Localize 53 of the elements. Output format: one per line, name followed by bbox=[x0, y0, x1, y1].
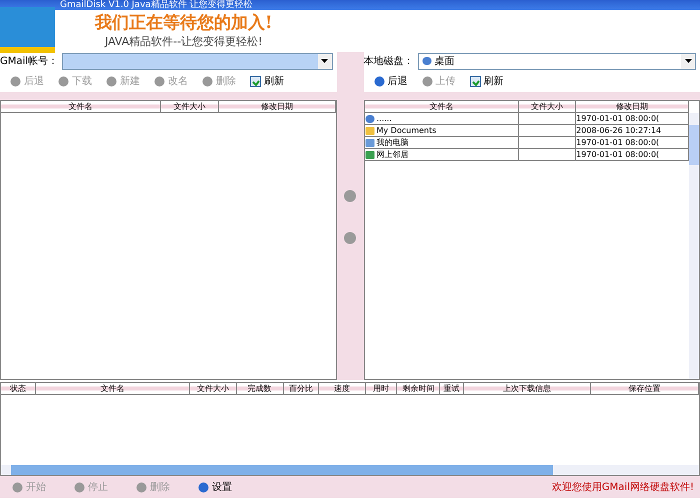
caret-icon bbox=[684, 59, 692, 63]
account-label: GMail帐号： bbox=[0, 54, 58, 68]
column-header[interactable]: 状态 bbox=[1, 383, 36, 395]
transfer-button[interactable] bbox=[344, 190, 356, 202]
disk-label: 本地磁盘： bbox=[364, 54, 414, 68]
column-header[interactable]: 文件大小 bbox=[190, 383, 237, 395]
column-header[interactable]: 百分比 bbox=[284, 383, 319, 395]
circle-icon bbox=[74, 482, 85, 492]
table-cell: 1970-01-01 08:00:0( bbox=[576, 149, 689, 161]
toolbar-button[interactable]: 刷新 bbox=[250, 73, 284, 89]
column-header[interactable]: 重试 bbox=[440, 383, 464, 395]
horizontal-scrollbar[interactable] bbox=[1, 465, 699, 475]
banner-slogan: JAVA精品软件--让您变得更轻松! bbox=[104, 34, 263, 49]
toolbar-button[interactable]: 后退 bbox=[374, 73, 408, 89]
column-header[interactable]: 文件名 bbox=[36, 383, 190, 395]
column-header[interactable]: 修改日期 bbox=[576, 101, 689, 113]
circle-icon bbox=[198, 482, 209, 492]
column-header[interactable]: 文件名 bbox=[364, 101, 520, 113]
circle-icon bbox=[12, 482, 23, 492]
dropdown-button[interactable] bbox=[681, 54, 695, 68]
network-icon bbox=[364, 150, 374, 160]
circle-icon bbox=[374, 76, 384, 86]
folder-icon bbox=[364, 126, 374, 136]
column-header[interactable]: 用时 bbox=[366, 383, 398, 395]
circle-icon bbox=[58, 76, 69, 86]
column-header[interactable]: 修改日期 bbox=[219, 101, 336, 113]
computer-icon bbox=[364, 138, 374, 148]
circle-icon bbox=[136, 482, 147, 492]
column-header[interactable]: 文件名 bbox=[1, 101, 161, 113]
disk-combo[interactable]: 桌面 bbox=[418, 52, 696, 70]
table-cell[interactable]: 网上邻居 bbox=[364, 149, 520, 161]
column-header[interactable]: 剩余时间 bbox=[397, 383, 440, 395]
column-header[interactable]: 速度 bbox=[318, 383, 366, 395]
column-header[interactable]: 文件大小 bbox=[519, 101, 576, 113]
logo-drawing bbox=[0, 7, 55, 53]
dropdown-button[interactable] bbox=[318, 54, 332, 68]
status-message: 欢迎您使用GMail网络硬盘软件! bbox=[552, 480, 694, 494]
circle-icon bbox=[202, 76, 213, 86]
caret-icon bbox=[321, 59, 328, 63]
toolbar-button[interactable]: 刷新 bbox=[470, 73, 504, 89]
circle-icon bbox=[154, 76, 165, 86]
circle-icon bbox=[106, 76, 117, 86]
transfer-button[interactable] bbox=[344, 232, 356, 244]
banner-headline: 我们正在等待您的加入! bbox=[95, 12, 272, 34]
column-header[interactable]: 保存位置 bbox=[591, 383, 699, 395]
column-header[interactable]: 完成数 bbox=[236, 383, 284, 395]
circle-icon bbox=[422, 76, 432, 86]
column-header[interactable]: 文件大小 bbox=[160, 101, 220, 113]
table-cell bbox=[519, 149, 576, 161]
circle-icon bbox=[10, 76, 21, 86]
footer-button[interactable]: 设置 bbox=[198, 480, 232, 494]
scrollbar[interactable] bbox=[689, 113, 699, 379]
column-header[interactable]: 上次下载信息 bbox=[464, 383, 592, 395]
